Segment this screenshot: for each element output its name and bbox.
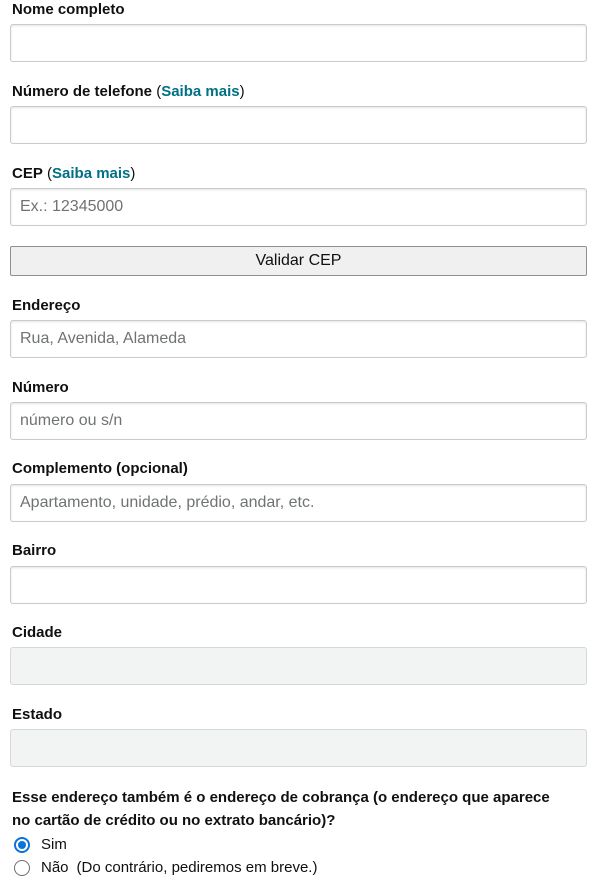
complement-label: Complemento (opcional) [12,460,188,477]
phone-open-paren: ( [152,83,162,100]
radio-no-note: (Do contrário, pediremos em breve.) [76,859,318,876]
phone-learn-more-link[interactable]: Saiba mais [161,83,239,100]
address-label: Endereço [12,297,81,314]
phone-close-paren: ) [239,83,245,100]
phone-input[interactable] [10,106,587,144]
cep-input[interactable] [10,188,587,226]
cep-open-paren: ( [42,165,53,182]
billing-option-no[interactable]: Não (Do contrário, pediremos em breve.) [14,859,317,876]
radio-no-label[interactable]: Não [41,859,69,876]
city-label: Cidade [12,624,63,641]
phone-label: Número de telefone (Saiba mais) [12,83,245,101]
number-input[interactable] [10,402,587,440]
cep-label: CEP (Saiba mais) [12,165,135,183]
billing-question: Esse endereço também é o endereço de cob… [12,789,550,829]
state-input[interactable] [10,729,587,767]
address-form-page: { "fields": { "full_name": { "label": "N… [0,0,615,886]
full-name-label: Nome completo [12,1,125,18]
city-input[interactable] [10,647,587,685]
radio-no[interactable] [14,859,30,876]
neighborhood-label: Bairro [12,542,57,559]
radio-yes-label[interactable]: Sim [41,836,67,853]
billing-option-yes[interactable]: Sim [14,836,67,853]
cep-close-paren: ) [130,165,136,182]
complement-input[interactable] [10,484,587,522]
validate-cep-button[interactable]: Validar CEP [10,246,587,276]
address-input[interactable] [10,320,587,358]
phone-label-text: Número de telefone [12,83,153,100]
cep-learn-more-link[interactable]: Saiba mais [52,165,130,182]
neighborhood-input[interactable] [10,566,587,604]
cep-label-text: CEP [12,165,43,182]
state-label: Estado [12,706,63,723]
radio-yes[interactable] [14,836,30,853]
full-name-input[interactable] [10,24,587,62]
number-label: Número [12,379,69,396]
